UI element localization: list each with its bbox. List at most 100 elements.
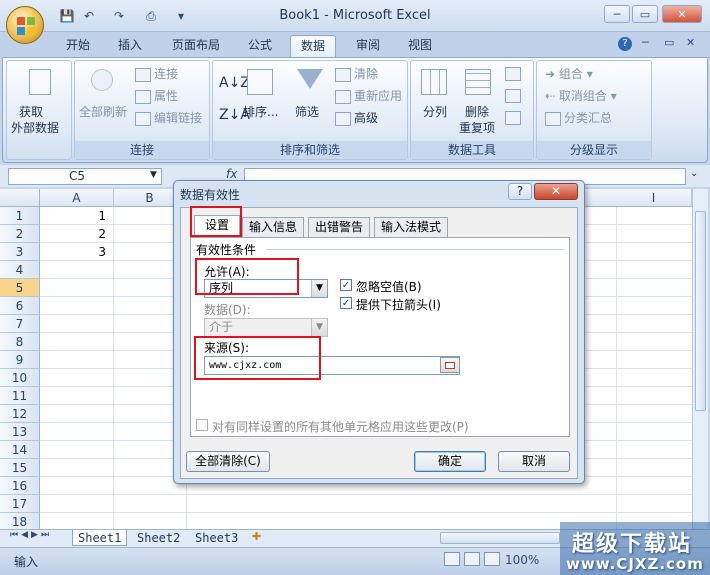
ribbon-restore-icon[interactable]: ▭ [664, 36, 674, 49]
dialog-help-button[interactable]: ? [508, 183, 532, 200]
tab-ime-mode[interactable]: 输入法模式 [374, 217, 449, 237]
in-cell-dropdown-checkbox[interactable]: ✓ [340, 297, 352, 309]
filter-button[interactable]: 筛选 [295, 103, 319, 120]
row-header[interactable]: 15 [0, 459, 40, 477]
row-header[interactable]: 2 [0, 225, 40, 243]
tab-data[interactable]: 数据 [290, 35, 337, 57]
ribbon-close-icon[interactable]: ✕ [686, 36, 695, 49]
sort-asc-icon[interactable]: A↓Z [219, 75, 250, 91]
row-header[interactable]: 6 [0, 297, 40, 315]
sheet-nav-icon[interactable]: ⏮◀▶⏭ [10, 530, 52, 540]
get-external-line2[interactable]: 外部数据 [11, 119, 59, 136]
tab-input-message[interactable]: 输入信息 [242, 217, 305, 237]
row-header[interactable]: 4 [0, 261, 40, 279]
minimize-button[interactable]: ─ [604, 5, 630, 23]
edit-links-button[interactable]: 编辑链接 [135, 109, 202, 126]
advanced-button[interactable]: 高级 [335, 109, 378, 126]
apply-all-checkbox[interactable] [196, 419, 208, 431]
page-layout-view-icon[interactable] [464, 552, 480, 566]
sheet-tab-3[interactable]: Sheet3 [190, 530, 243, 546]
tab-home[interactable]: 开始 [56, 35, 100, 57]
clear-all-button[interactable]: 全部清除(C) [186, 451, 270, 472]
normal-view-icon[interactable] [444, 552, 460, 566]
tab-page-layout[interactable]: 页面布局 [162, 35, 230, 57]
connections-button[interactable]: 连接 [135, 65, 178, 82]
data-dropdown-icon: ▼ [311, 319, 327, 336]
close-button[interactable]: ✕ [662, 5, 702, 23]
tab-insert[interactable]: 插入 [108, 35, 152, 57]
tab-error-alert[interactable]: 出错警告 [308, 217, 371, 237]
ignore-blank-checkbox[interactable]: ✓ [340, 279, 352, 291]
filter-icon [297, 69, 323, 89]
row-header[interactable]: 8 [0, 333, 40, 351]
get-external-line1[interactable]: 获取 [19, 103, 43, 120]
insert-sheet-icon[interactable]: ✚ [252, 530, 261, 543]
row-header[interactable]: 12 [0, 405, 40, 423]
remove-duplicates-icon [465, 69, 491, 95]
row-header[interactable]: 9 [0, 351, 40, 369]
zoom-level[interactable]: 100% [505, 553, 539, 567]
sort-button[interactable]: 排序... [243, 103, 278, 120]
sheet-tab-1[interactable]: Sheet1 [72, 530, 128, 546]
row-header[interactable]: 13 [0, 423, 40, 441]
column-header-i[interactable]: I [616, 189, 692, 207]
row-header[interactable]: 1 [0, 207, 40, 225]
name-box-dropdown-icon[interactable]: ▼ [150, 170, 157, 180]
row-header[interactable]: 16 [0, 477, 40, 495]
subtotal-button[interactable]: 分类汇总 [545, 109, 612, 126]
row-header[interactable]: 11 [0, 387, 40, 405]
row-header[interactable]: 14 [0, 441, 40, 459]
cell-a3[interactable]: 3 [40, 243, 110, 261]
cancel-button[interactable]: 取消 [498, 451, 570, 472]
group-button[interactable]: ➜ 组合 ▾ [545, 65, 593, 82]
expand-formula-icon[interactable]: ⌄ [690, 168, 698, 179]
grid-line [40, 494, 692, 495]
column-header-a[interactable]: A [40, 189, 114, 207]
help-icon[interactable]: ? [618, 37, 632, 51]
dialog-title: 数据有效性 [180, 188, 241, 202]
cell-a2[interactable]: 2 [40, 225, 110, 243]
ribbon-minimize-icon[interactable]: ─ [642, 36, 649, 49]
group-connections: 全部刷新 连接 属性 编辑链接 连接 [74, 60, 210, 160]
insert-function-button[interactable]: fx [226, 167, 237, 181]
edit-links-icon [135, 111, 151, 126]
highlight-settings-tab [190, 206, 242, 237]
ok-button[interactable]: 确定 [414, 451, 486, 472]
data-validation-icon[interactable] [505, 67, 521, 81]
row-header[interactable]: 5 [0, 279, 40, 297]
group-get-external: 获取 外部数据 [6, 60, 72, 160]
sheet-tab-2[interactable]: Sheet2 [132, 530, 185, 546]
row-header[interactable]: 7 [0, 315, 40, 333]
split-columns-button[interactable]: 分列 [423, 103, 447, 120]
row-header[interactable]: 10 [0, 369, 40, 387]
status-mode: 输入 [14, 555, 39, 569]
reapply-button[interactable]: 重新应用 [335, 87, 402, 104]
dialog-close-button[interactable]: ✕ [534, 183, 578, 200]
row-header[interactable]: 3 [0, 243, 40, 261]
allow-dropdown-icon[interactable]: ▼ [311, 280, 327, 297]
vertical-scroll-thumb[interactable] [695, 211, 706, 411]
tab-view[interactable]: 视图 [398, 35, 442, 57]
cell-a1[interactable]: 1 [40, 207, 110, 225]
name-box[interactable]: C5 [8, 168, 162, 185]
restore-button[interactable]: ▭ [632, 5, 658, 23]
tab-review[interactable]: 审阅 [346, 35, 390, 57]
properties-button[interactable]: 属性 [135, 87, 178, 104]
remove-duplicates-line2[interactable]: 重复项 [459, 119, 495, 136]
refresh-all-button[interactable]: 全部刷新 [79, 103, 127, 120]
office-button[interactable] [6, 6, 44, 44]
row-header[interactable]: 17 [0, 495, 40, 513]
clear-button[interactable]: 清除 [335, 65, 378, 82]
page-break-view-icon[interactable] [484, 552, 500, 566]
group-data-tools-label: 数据工具 [411, 141, 533, 159]
select-all-corner[interactable] [0, 189, 40, 207]
ungroup-button[interactable]: ⇠ 取消组合 ▾ [545, 87, 617, 104]
what-if-icon[interactable] [505, 111, 521, 125]
collapse-dialog-icon[interactable] [440, 357, 460, 373]
consolidate-icon[interactable] [505, 89, 521, 103]
vertical-scrollbar[interactable] [692, 189, 708, 529]
remove-duplicates-line1[interactable]: 删除 [465, 103, 489, 120]
horizontal-scroll-thumb[interactable] [440, 532, 560, 544]
tab-formulas[interactable]: 公式 [238, 35, 282, 57]
data-label: 数据(D): [204, 303, 251, 317]
